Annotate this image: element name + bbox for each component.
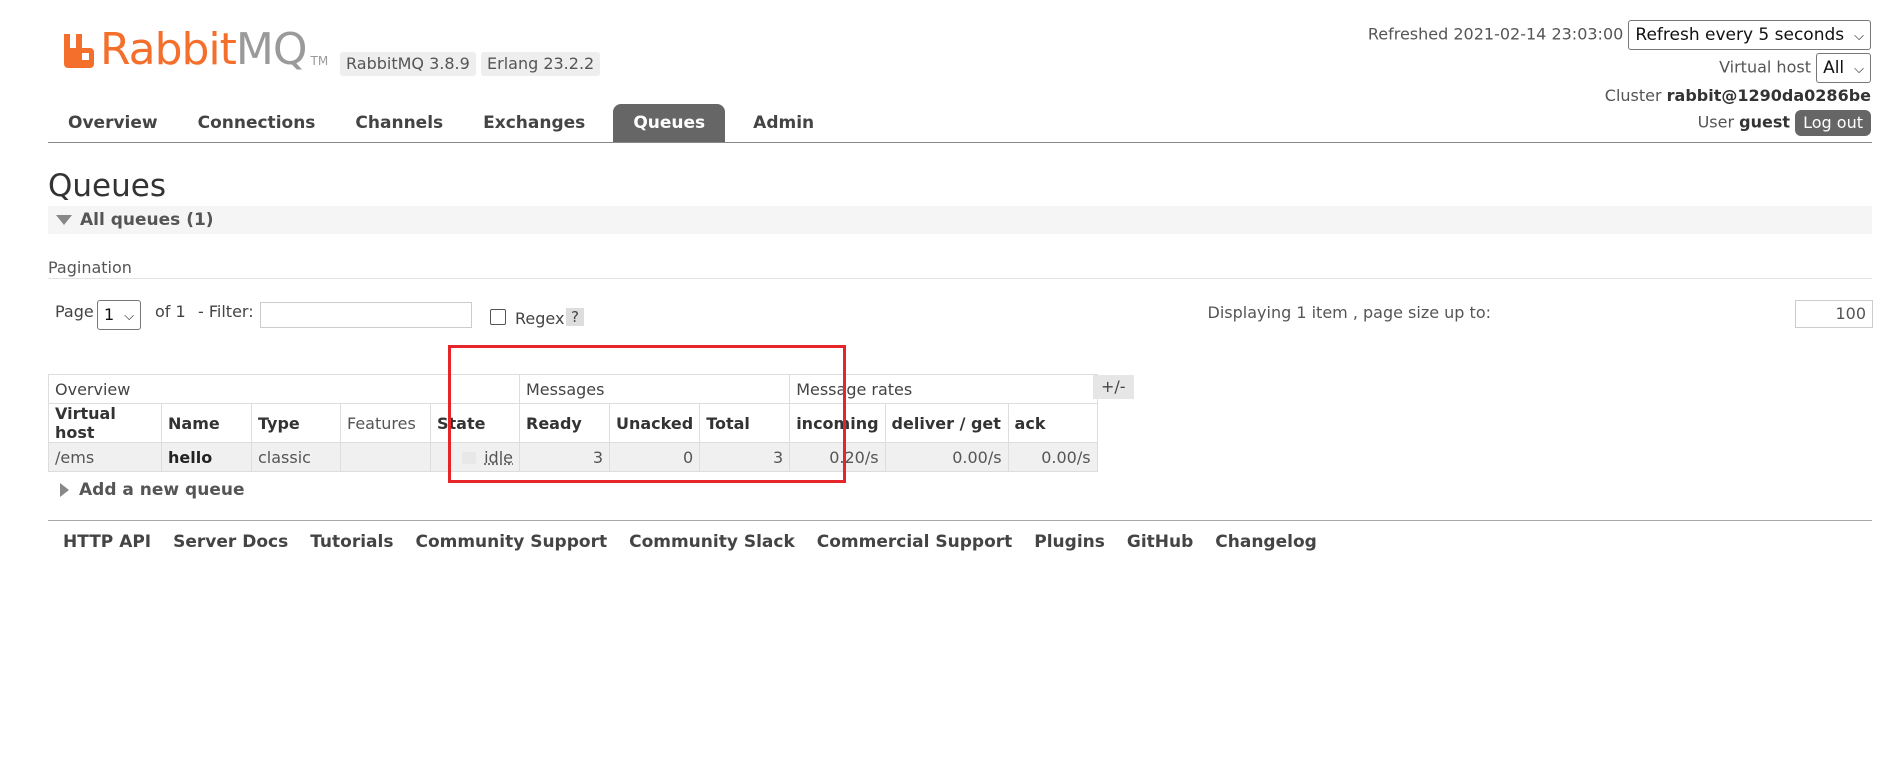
all-queues-label: All queues (1) bbox=[80, 210, 214, 230]
page-select[interactable]: 1 ⌵ bbox=[97, 300, 142, 330]
all-queues-toggle[interactable]: All queues (1) bbox=[56, 206, 214, 234]
rabbit-logo-icon bbox=[64, 34, 94, 68]
pagination-label: Pagination bbox=[48, 258, 132, 277]
tab-admin[interactable]: Admin bbox=[733, 104, 834, 142]
cell-vhost: /ems bbox=[48, 442, 162, 472]
regex-label: Regex bbox=[515, 309, 565, 328]
page-size-input[interactable]: 100 bbox=[1795, 300, 1873, 328]
tab-exchanges[interactable]: Exchanges bbox=[463, 104, 605, 142]
col-type[interactable]: Type bbox=[251, 403, 341, 443]
cell-deliver-get: 0.00/s bbox=[884, 442, 1009, 472]
regex-checkbox[interactable] bbox=[490, 309, 506, 325]
erlang-version-badge: Erlang 23.2.2 bbox=[481, 52, 601, 76]
add-queue-label: Add a new queue bbox=[79, 480, 245, 500]
footer-link-server-docs[interactable]: Server Docs bbox=[162, 530, 299, 554]
main-nav-tabs: Overview Connections Channels Exchanges … bbox=[48, 104, 834, 142]
user-name: guest bbox=[1739, 112, 1791, 132]
vhost-select[interactable]: All ⌵ bbox=[1816, 53, 1871, 83]
page-label: Page bbox=[55, 302, 94, 321]
highlight-box bbox=[448, 345, 846, 483]
footer-link-changelog[interactable]: Changelog bbox=[1204, 530, 1328, 554]
footer-link-http-api[interactable]: HTTP API bbox=[52, 530, 162, 554]
col-virtual-host[interactable]: Virtual host bbox=[48, 403, 162, 443]
cell-type: classic bbox=[251, 442, 341, 472]
rabbitmq-version-badge: RabbitMQ 3.8.9 bbox=[340, 52, 476, 76]
displaying-text: Displaying 1 item , page size up to: bbox=[1207, 303, 1491, 322]
queue-name-link[interactable]: hello bbox=[161, 442, 252, 472]
column-options-button[interactable]: +/- bbox=[1093, 375, 1134, 399]
refreshed-timestamp: Refreshed 2021-02-14 23:03:00 bbox=[1367, 24, 1624, 44]
add-queue-toggle[interactable]: Add a new queue bbox=[60, 480, 245, 500]
chevron-down-icon: ⌵ bbox=[124, 309, 135, 324]
footer-divider bbox=[48, 520, 1872, 521]
footer-link-plugins[interactable]: Plugins bbox=[1023, 530, 1116, 554]
footer-links: HTTP API Server Docs Tutorials Community… bbox=[52, 530, 1328, 554]
refresh-interval-select[interactable]: Refresh every 5 seconds ⌵ bbox=[1628, 20, 1871, 50]
cell-features bbox=[340, 442, 431, 472]
logo-rabbit-text: Rabbit bbox=[100, 24, 237, 75]
tab-channels[interactable]: Channels bbox=[335, 104, 463, 142]
filter-input[interactable] bbox=[260, 302, 472, 328]
vhost-label: Virtual host bbox=[1719, 57, 1811, 77]
cluster-label: Cluster bbox=[1604, 86, 1662, 105]
refresh-row: Refreshed 2021-02-14 23:03:00 Refresh ev… bbox=[1368, 20, 1871, 50]
regex-help-button[interactable]: ? bbox=[566, 308, 584, 326]
footer-link-commercial-support[interactable]: Commercial Support bbox=[806, 530, 1024, 554]
section-bar bbox=[48, 206, 1872, 234]
chevron-down-icon: ⌵ bbox=[1854, 29, 1864, 44]
footer-link-community-slack[interactable]: Community Slack bbox=[618, 530, 806, 554]
user-row: User guest Log out bbox=[1698, 110, 1871, 136]
col-deliver-get[interactable]: deliver / get bbox=[884, 403, 1009, 443]
collapse-triangle-icon bbox=[56, 215, 72, 225]
col-features: Features bbox=[340, 403, 431, 443]
tab-overview[interactable]: Overview bbox=[48, 104, 178, 142]
col-ack[interactable]: ack bbox=[1007, 403, 1098, 443]
rabbitmq-logo: Rabbit MQ TM bbox=[62, 28, 328, 72]
logo-tm: TM bbox=[310, 54, 329, 68]
cluster-row: Cluster rabbit@1290da0286be bbox=[1605, 86, 1871, 105]
footer-link-tutorials[interactable]: Tutorials bbox=[299, 530, 404, 554]
col-name[interactable]: Name bbox=[161, 403, 252, 443]
footer-link-github[interactable]: GitHub bbox=[1116, 530, 1204, 554]
page-title: Queues bbox=[48, 168, 166, 204]
chevron-down-icon: ⌵ bbox=[1854, 62, 1864, 77]
filter-label: - Filter: bbox=[198, 302, 254, 321]
user-label: User bbox=[1697, 112, 1735, 132]
cell-ack: 0.00/s bbox=[1007, 442, 1098, 472]
footer-link-community-support[interactable]: Community Support bbox=[404, 530, 618, 554]
pagination-divider bbox=[48, 278, 1872, 279]
tab-queues[interactable]: Queues bbox=[613, 104, 726, 142]
page-count: of 1 bbox=[155, 302, 186, 321]
logout-button[interactable]: Log out bbox=[1795, 110, 1871, 136]
tab-divider bbox=[48, 142, 1872, 143]
tab-connections[interactable]: Connections bbox=[178, 104, 336, 142]
expand-triangle-icon bbox=[60, 483, 69, 497]
vhost-row: Virtual host All ⌵ bbox=[1719, 53, 1871, 83]
cluster-name: rabbit@1290da0286be bbox=[1666, 86, 1871, 105]
logo-mq-text: MQ bbox=[235, 24, 308, 75]
